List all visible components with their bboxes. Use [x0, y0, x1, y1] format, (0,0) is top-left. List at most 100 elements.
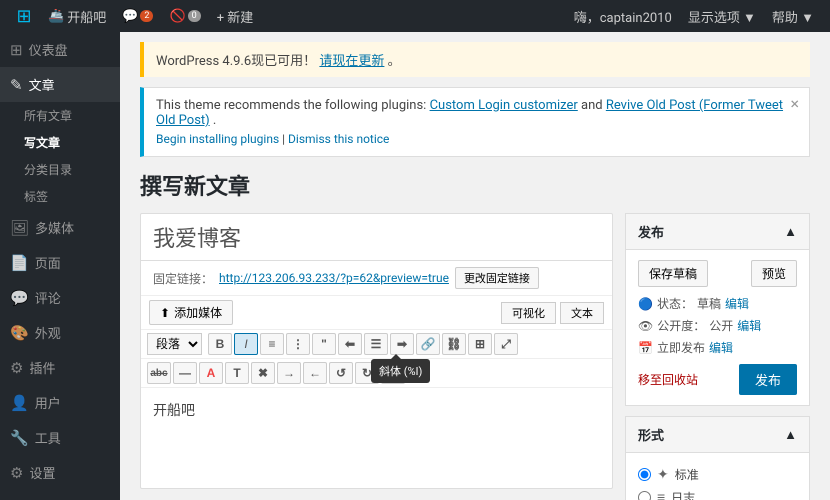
publish-footer: 移至回收站 发布	[638, 364, 797, 395]
install-plugins-link[interactable]: Begin installing plugins	[156, 132, 279, 146]
blockquote-btn[interactable]: "	[312, 333, 336, 355]
plugin1-link[interactable]: Custom Login customizer	[430, 98, 578, 113]
posts-icon: ✎	[10, 76, 23, 94]
permalink-url[interactable]: http://123.206.93.233/?p=62&preview=true	[219, 271, 449, 285]
plugin-notice: This theme recommends the following plug…	[140, 87, 810, 157]
align-right-btn[interactable]: ➡	[390, 333, 414, 355]
new-label: + 新建	[217, 7, 254, 26]
sidebar-submenu-tags[interactable]: 标签	[0, 183, 120, 210]
sidebar-item-posts[interactable]: ✎ 文章	[0, 67, 120, 102]
toolbar-row-2: abc — A T ✖ → ← ↺ ↻ ? 斜体 (%I)	[141, 359, 612, 388]
permalink-change-btn[interactable]: 更改固定链接	[455, 267, 539, 289]
unlink-btn[interactable]: ⛓	[442, 333, 466, 355]
format-select[interactable]: 段落	[147, 333, 202, 355]
publish-metabox: 发布 ▲ 保存草稿 预览 🔵 状态： 草稿	[625, 213, 810, 406]
editor-layout: 固定链接： http://123.206.93.233/?p=62&previe…	[140, 213, 810, 500]
undo-btn[interactable]: ↺	[329, 362, 353, 384]
italic-btn[interactable]: I	[234, 333, 258, 355]
editor-tabs: 可视化 文本	[501, 302, 604, 324]
format-radio-standard[interactable]	[638, 468, 651, 481]
settings-label: 设置	[29, 463, 55, 482]
format-label-aside: 日志	[671, 489, 695, 500]
publish-time-edit-link[interactable]: 编辑	[709, 339, 733, 356]
update-notice-suffix: 。	[388, 54, 401, 69]
new-content-menu[interactable]: + 新建	[209, 0, 262, 32]
sidebar-item-pages[interactable]: 📄 页面	[0, 245, 120, 280]
visibility-edit-link[interactable]: 编辑	[737, 317, 761, 334]
sidebar-item-tools[interactable]: 🔧 工具	[0, 420, 120, 455]
italic-tooltip: 斜体 (%I)	[371, 359, 430, 383]
post-title-input[interactable]	[141, 214, 612, 261]
align-left-btn[interactable]: ⬅	[338, 333, 362, 355]
align-center-btn[interactable]: ☰	[364, 333, 388, 355]
publish-time-label: 立即发布	[657, 339, 705, 356]
plugins-label: 插件	[29, 358, 55, 377]
sidebar-item-plugins[interactable]: ⚙ 插件	[0, 350, 120, 385]
sidebar-item-collapse[interactable]: ◀ 收起菜单	[0, 490, 120, 500]
sidebar-item-appearance[interactable]: 🎨 外观	[0, 315, 120, 350]
indent-btn[interactable]: →	[277, 362, 301, 384]
format-metabox-header[interactable]: 形式 ▲	[626, 417, 809, 453]
paste-text-btn[interactable]: T	[225, 362, 249, 384]
sidebar-submenu-new-post[interactable]: 写文章	[0, 129, 120, 156]
sidebar-item-comments[interactable]: 💬 评论	[0, 280, 120, 315]
font-color-btn[interactable]: A	[199, 362, 223, 384]
ul-btn[interactable]: ≡	[260, 333, 284, 355]
dismiss-notice-link[interactable]: Dismiss this notice	[288, 132, 389, 146]
notice-close-btn[interactable]: ×	[790, 96, 799, 112]
fullscreen-btn[interactable]: ⤢	[494, 333, 518, 355]
hr-btn[interactable]: —	[173, 362, 197, 384]
help-btn[interactable]: 帮助 ▼	[764, 0, 822, 32]
ol-btn[interactable]: ⋮	[286, 333, 310, 355]
admin-bar: ⊞ 🚢 开船吧 💬 2 🚫 0 + 新建 嗨，captain2010 显示选项 …	[0, 0, 830, 32]
update-notice-link[interactable]: 请现在更新	[319, 54, 384, 69]
outdent-btn[interactable]: ←	[303, 362, 327, 384]
wp-logo[interactable]: ⊞	[8, 0, 40, 32]
tab-text[interactable]: 文本	[560, 302, 604, 324]
clear-format-btn[interactable]: ✖	[251, 362, 275, 384]
spam-icon: 🚫	[169, 9, 185, 24]
preview-btn[interactable]: 预览	[751, 260, 797, 287]
tools-icon: 🔧	[10, 429, 29, 447]
format-radio-aside[interactable]	[638, 491, 651, 500]
publish-metabox-content: 保存草稿 预览 🔵 状态： 草稿 编辑 👁 公开度：	[626, 250, 809, 405]
tooltip-text: 斜体 (%I)	[379, 365, 422, 378]
aside-icon: ≡	[657, 489, 665, 500]
standard-icon: ✦	[657, 467, 669, 483]
editor-content[interactable]: 开船吧	[141, 388, 612, 488]
sidebar-item-media[interactable]: 🖼 多媒体	[0, 210, 120, 245]
status-edit-link[interactable]: 编辑	[725, 295, 749, 312]
appearance-icon: 🎨	[10, 324, 29, 342]
bold-btn[interactable]: B	[208, 333, 232, 355]
publish-metabox-header[interactable]: 发布 ▲	[626, 214, 809, 250]
dashboard-label: 仪表盘	[29, 40, 68, 59]
save-draft-btn[interactable]: 保存草稿	[638, 260, 708, 287]
permalink-label: 固定链接：	[153, 270, 213, 287]
spam-menu[interactable]: 🚫 0	[161, 0, 208, 32]
sidebar-item-dashboard[interactable]: ⊞ 仪表盘	[0, 32, 120, 67]
comments-icon: 💬	[10, 289, 29, 307]
insert-btn[interactable]: ⊞	[468, 333, 492, 355]
move-trash-link[interactable]: 移至回收站	[638, 371, 698, 388]
site-name[interactable]: 🚢 开船吧	[40, 0, 114, 32]
display-options-btn[interactable]: 显示选项 ▼	[680, 0, 764, 32]
sidebar-item-settings[interactable]: ⚙ 设置	[0, 455, 120, 490]
format-metabox-content: ✦ 标准 ≡ 日志 🖼	[626, 453, 809, 500]
tab-visual[interactable]: 可视化	[501, 302, 556, 324]
strikethrough-btn[interactable]: abc	[147, 362, 171, 384]
comments-menu[interactable]: 💬 2	[114, 0, 161, 32]
plugin-period: .	[213, 113, 216, 128]
sidebar-submenu-all-posts[interactable]: 所有文章	[0, 102, 120, 129]
posts-label: 文章	[29, 75, 55, 94]
chevron-up-icon: ▲	[784, 224, 797, 240]
link-btn[interactable]: 🔗	[416, 333, 440, 355]
content-wrap: WordPress 4.9.6现已可用！ 请现在更新 。 This theme …	[120, 32, 830, 500]
all-posts-label: 所有文章	[24, 107, 72, 124]
add-media-btn[interactable]: ⬆ 添加媒体	[149, 300, 233, 325]
publish-btn[interactable]: 发布	[739, 364, 797, 395]
sidebar-submenu-categories[interactable]: 分类目录	[0, 156, 120, 183]
format-box-title: 形式	[638, 425, 664, 444]
plugin-notice-text: This theme recommends the following plug…	[156, 98, 430, 113]
add-media-label: 添加媒体	[174, 304, 222, 321]
sidebar-item-users[interactable]: 👤 用户	[0, 385, 120, 420]
